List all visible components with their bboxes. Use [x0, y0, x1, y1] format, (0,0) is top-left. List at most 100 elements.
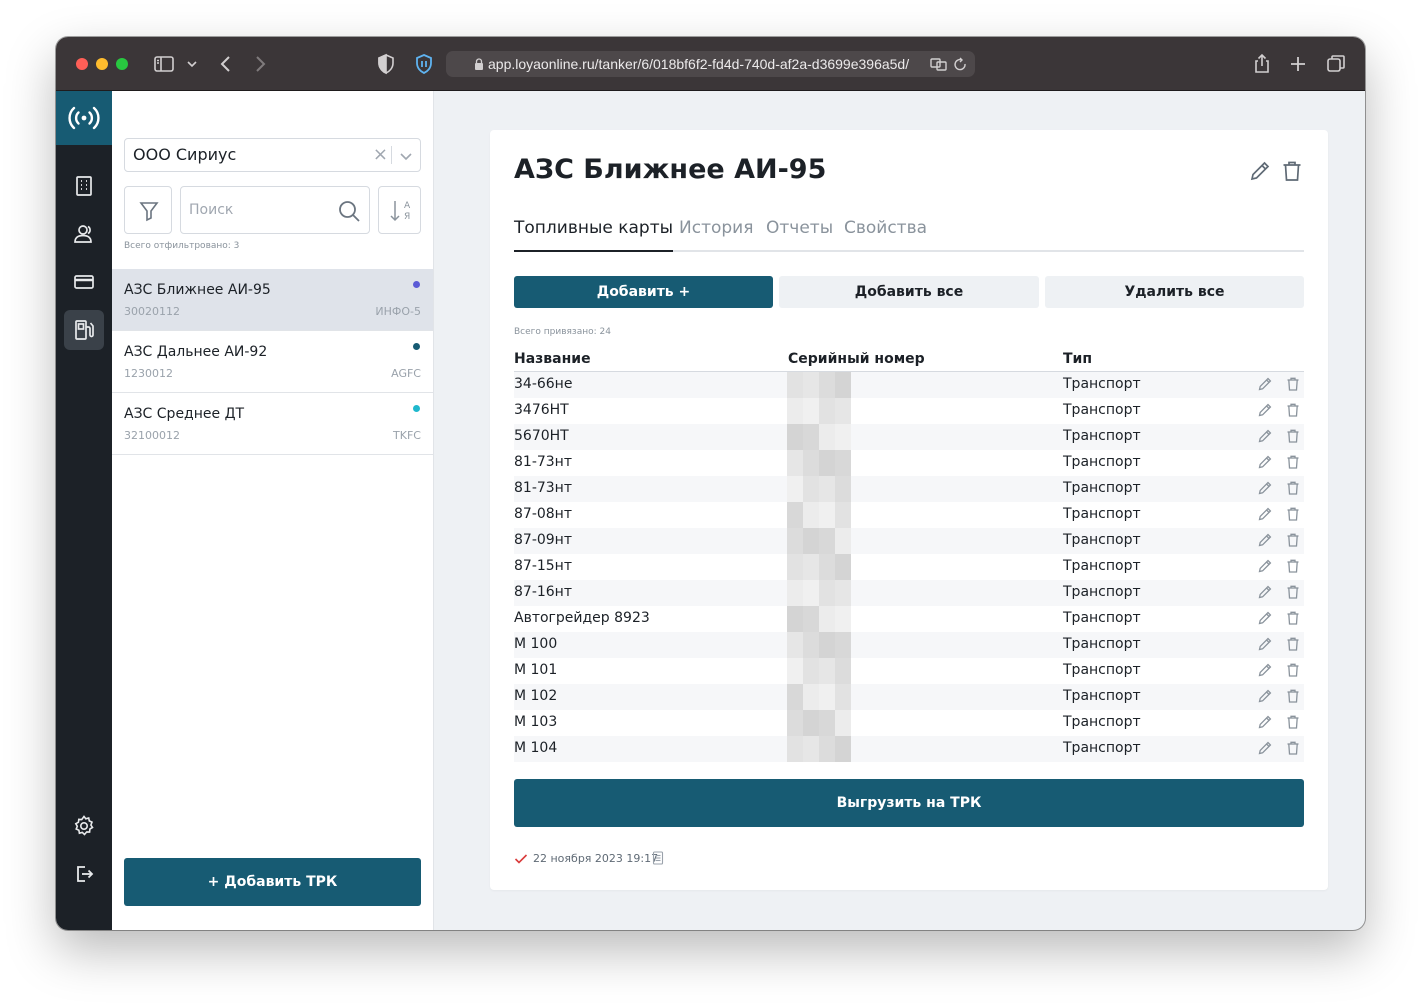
trash-icon[interactable] [1285, 428, 1301, 444]
sidebar-toggle-icon[interactable] [152, 52, 176, 76]
edit-icon[interactable] [1257, 584, 1273, 600]
stations-sidebar: ООО Сириус × AЯ Всего отфильтровано: 3 А… [112, 91, 434, 930]
card-name: 87-15нт [514, 558, 572, 574]
trash-icon[interactable] [1285, 636, 1301, 652]
card-name: 87-16нт [514, 584, 572, 600]
table-row[interactable]: 87-08нт Транспорт [514, 502, 1304, 528]
tab-0[interactable]: Топливные карты [514, 216, 674, 252]
minimize-window-button[interactable] [96, 58, 108, 70]
table-row[interactable]: М 100 Транспорт [514, 632, 1304, 658]
filter-button[interactable] [124, 186, 172, 234]
station-item[interactable]: АЗС Среднее ДТ 32100012 TKFC [112, 393, 433, 455]
trash-icon[interactable] [1285, 558, 1301, 574]
station-item[interactable]: АЗС Дальнее АИ-92 1230012 AGFC [112, 331, 433, 393]
tab-2[interactable]: Отчеты [766, 216, 833, 252]
trash-icon[interactable] [1285, 376, 1301, 392]
address-bar[interactable]: app.loyaonline.ru/tanker/6/018bf6f2-fd4d… [446, 51, 975, 77]
zoom-window-button[interactable] [116, 58, 128, 70]
table-row[interactable]: М 101 Транспорт [514, 658, 1304, 684]
trash-icon[interactable] [1285, 506, 1301, 522]
edit-icon[interactable] [1257, 714, 1273, 730]
share-icon[interactable] [1250, 52, 1274, 76]
tab-3[interactable]: Свойства [844, 216, 927, 252]
edit-icon[interactable] [1257, 532, 1273, 548]
close-window-button[interactable] [76, 58, 88, 70]
table-row[interactable]: 5670НТ Транспорт [514, 424, 1304, 450]
serial-redacted [787, 710, 851, 736]
trash-icon[interactable] [1280, 159, 1304, 183]
table-row[interactable]: 87-09нт Транспорт [514, 528, 1304, 554]
status-dot [413, 281, 420, 288]
delete-all-button[interactable]: Удалить все [1045, 276, 1304, 308]
station-code: 30020112 [124, 305, 180, 318]
trash-icon[interactable] [1285, 610, 1301, 626]
table-row[interactable]: 3476НТ Транспорт [514, 398, 1304, 424]
edit-icon[interactable] [1257, 376, 1273, 392]
serial-redacted [787, 502, 851, 528]
edit-icon[interactable] [1257, 558, 1273, 574]
add-all-button[interactable]: Добавить все [779, 276, 1039, 308]
edit-icon[interactable] [1257, 610, 1273, 626]
trash-icon[interactable] [1285, 584, 1301, 600]
privacy-shield-icon[interactable] [374, 52, 398, 76]
trash-icon[interactable] [1285, 402, 1301, 418]
building-icon [76, 176, 92, 196]
search-input[interactable] [181, 187, 331, 233]
table-row[interactable]: 87-15нт Транспорт [514, 554, 1304, 580]
nav-logout[interactable] [64, 854, 104, 894]
serial-redacted [787, 528, 851, 554]
tab-overview-icon[interactable] [1324, 52, 1348, 76]
edit-icon[interactable] [1257, 428, 1273, 444]
chevron-down-icon[interactable] [180, 52, 197, 76]
extension-shield-icon[interactable] [412, 52, 436, 76]
trash-icon[interactable] [1285, 688, 1301, 704]
edit-icon[interactable] [1248, 159, 1272, 183]
new-tab-icon[interactable] [1286, 52, 1310, 76]
table-row[interactable]: 81-73нт Транспорт [514, 476, 1304, 502]
trash-icon[interactable] [1285, 714, 1301, 730]
trash-icon[interactable] [1285, 454, 1301, 470]
edit-icon[interactable] [1257, 636, 1273, 652]
edit-icon[interactable] [1257, 454, 1273, 470]
tab-1[interactable]: История [679, 216, 753, 252]
document-icon[interactable] [652, 851, 664, 865]
broadcast-logo-icon[interactable] [56, 91, 112, 145]
back-icon[interactable] [214, 52, 238, 76]
table-row[interactable]: 34-66не Транспорт [514, 372, 1304, 398]
table-row[interactable]: Автогрейдер 8923 Транспорт [514, 606, 1304, 632]
reload-icon[interactable] [929, 55, 969, 73]
nav-fuel-stations[interactable] [64, 310, 104, 350]
table-row[interactable]: М 103 Транспорт [514, 710, 1304, 736]
nav-clients[interactable] [64, 214, 104, 254]
nav-cards[interactable] [64, 262, 104, 302]
nav-organizations[interactable] [64, 166, 104, 206]
trash-icon[interactable] [1285, 662, 1301, 678]
forward-icon[interactable] [248, 52, 272, 76]
edit-icon[interactable] [1257, 662, 1273, 678]
upload-to-trk-button[interactable]: Выгрузить на ТРК [514, 779, 1304, 827]
edit-icon[interactable] [1257, 402, 1273, 418]
edit-icon[interactable] [1257, 740, 1273, 756]
trash-icon[interactable] [1285, 740, 1301, 756]
trash-icon[interactable] [1285, 532, 1301, 548]
table-row[interactable]: 87-16нт Транспорт [514, 580, 1304, 606]
clear-icon[interactable]: × [373, 139, 388, 171]
table-row[interactable]: М 102 Транспорт [514, 684, 1304, 710]
table-row[interactable]: М 104 Транспорт [514, 736, 1304, 762]
station-item[interactable]: АЗС Ближнее АИ-95 30020112 ИНФО-5 [112, 269, 433, 331]
card-type: Транспорт [1063, 584, 1141, 600]
nav-settings[interactable] [64, 806, 104, 846]
edit-icon[interactable] [1257, 480, 1273, 496]
table-row[interactable]: 81-73нт Транспорт [514, 450, 1304, 476]
chevron-down-icon[interactable] [398, 148, 414, 164]
tabs: Топливные карты История Отчеты Свойства [514, 216, 1304, 252]
add-trk-button[interactable]: + Добавить ТРК [124, 858, 421, 906]
trash-icon[interactable] [1285, 480, 1301, 496]
column-header-type: Тип [1063, 351, 1093, 367]
sort-button[interactable]: AЯ [378, 186, 421, 234]
search-icon[interactable] [337, 199, 361, 223]
organization-select[interactable]: ООО Сириус × [124, 138, 421, 172]
add-card-button[interactable]: Добавить + [514, 276, 773, 308]
edit-icon[interactable] [1257, 688, 1273, 704]
edit-icon[interactable] [1257, 506, 1273, 522]
